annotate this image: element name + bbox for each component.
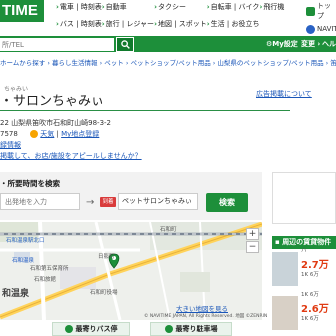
page-title: サロンちゃみぃ	[0, 90, 104, 109]
map-label-station: 石和温泉	[12, 258, 35, 264]
nav-travel[interactable]: 旅行 | レジャー	[102, 19, 154, 29]
map-label-onsen: 和温泉	[2, 289, 30, 299]
search-icon	[120, 40, 130, 49]
breadcrumb[interactable]: ホームから探す › 暮らし生活情報 › ペット › ペットショップ/ペット用品 …	[0, 57, 336, 67]
my-spot-link[interactable]: My地点登録	[61, 130, 99, 138]
listing-photo	[272, 296, 298, 330]
title-divider	[0, 110, 290, 111]
departure-input[interactable]	[0, 193, 80, 210]
address: 22 山梨県笛吹市石和町山崎98-3-2	[0, 119, 111, 127]
rental-listing[interactable]: ハ 2.7万 1K 6万	[272, 248, 336, 290]
nav-taxi[interactable]: タクシー	[154, 2, 207, 12]
register-info-row: 録情報	[0, 140, 21, 150]
header-right-links: トップ NAVIT	[306, 2, 336, 38]
listing-detail: 1K 6万	[301, 316, 319, 322]
map-label-town-office: 石和町役場	[90, 290, 118, 296]
listing-photo	[272, 252, 298, 286]
home-icon	[306, 6, 315, 16]
nav-car[interactable]: 自動車	[102, 2, 154, 12]
sidebar-ad[interactable]	[272, 172, 336, 224]
destination-field[interactable]: ペットサロンちゃみぃ	[118, 193, 198, 210]
arrow-right-icon: →	[86, 197, 95, 208]
nav-train[interactable]: 電車 | 時刻表	[56, 2, 102, 12]
listing-price: 2.7万	[301, 260, 329, 271]
rental-listing[interactable]: 1K 6万 2.6万 1K 6万	[272, 292, 336, 334]
phone-number: 7578	[0, 130, 18, 138]
nav-life[interactable]: 生活 | お役立ち	[207, 19, 260, 29]
promo-link[interactable]: 掲載して、お店/施設をアピールしませんか？	[0, 152, 142, 160]
global-nav: 電車 | 時刻表 自動車 タクシー 自転車 | バイク 飛行機 バス | 時刻表…	[56, 2, 300, 29]
change-link[interactable]: 変更 ›	[301, 39, 320, 49]
map-label-station-north: 石和温泉駅北口	[6, 238, 45, 244]
nav-bicycle[interactable]: 自転車 | バイク	[207, 2, 260, 12]
bus-stop-icon	[64, 325, 73, 333]
tab-nearest-bus-stop[interactable]: 最寄りバス停	[52, 322, 130, 336]
navit-icon	[306, 24, 315, 34]
ad-info-link[interactable]: 広告掲載について	[256, 89, 312, 99]
my-settings-link[interactable]: ⚙My設定	[266, 39, 298, 49]
register-info-link[interactable]: 録情報	[0, 141, 21, 149]
route-search-title: ・所要時間を検索	[0, 179, 60, 188]
listing-detail: 1K 6万	[301, 272, 319, 278]
search-button[interactable]	[116, 37, 134, 52]
navitime-logo[interactable]: TIME	[0, 0, 44, 22]
top-link[interactable]: トップ	[306, 2, 336, 20]
search-input[interactable]	[0, 38, 114, 51]
phone-row: 7578 天気 | My地点登録	[0, 130, 100, 138]
weather-icon	[30, 130, 39, 138]
zoom-out-button[interactable]: −	[246, 241, 259, 253]
weather-link[interactable]: 天気	[40, 130, 54, 138]
map-label-nursery: 石和第五保育所	[30, 266, 69, 272]
tab-nearest-parking[interactable]: 最寄り駐車場	[150, 322, 232, 336]
map-copyright: © NAVITIME JAPAN, All Rights Reserved. 地…	[144, 314, 268, 319]
zoom-in-button[interactable]: +	[246, 228, 259, 240]
large-map-link[interactable]: 大きい地図を見る	[176, 303, 228, 313]
help-link[interactable]: ヘルプ	[322, 39, 336, 49]
map-label-hikage: 日影町	[98, 254, 115, 260]
nav-bus[interactable]: バス | 時刻表	[56, 19, 102, 29]
building-icon: ▪	[275, 238, 280, 246]
promo-row: 掲載して、お店/施設をアピールしませんか？	[0, 151, 142, 161]
map-label-ryokan: 石和旅館	[34, 277, 57, 283]
parking-icon	[164, 325, 173, 333]
destination-badge: 到着	[100, 197, 116, 207]
nav-map[interactable]: 地図 | スポット	[154, 19, 207, 29]
nav-airplane[interactable]: 飛行機	[259, 2, 300, 12]
listing-price: 2.6万	[301, 304, 329, 315]
route-search-button[interactable]: 検索	[206, 193, 248, 212]
map-label-isawa: 石和町	[160, 227, 177, 233]
